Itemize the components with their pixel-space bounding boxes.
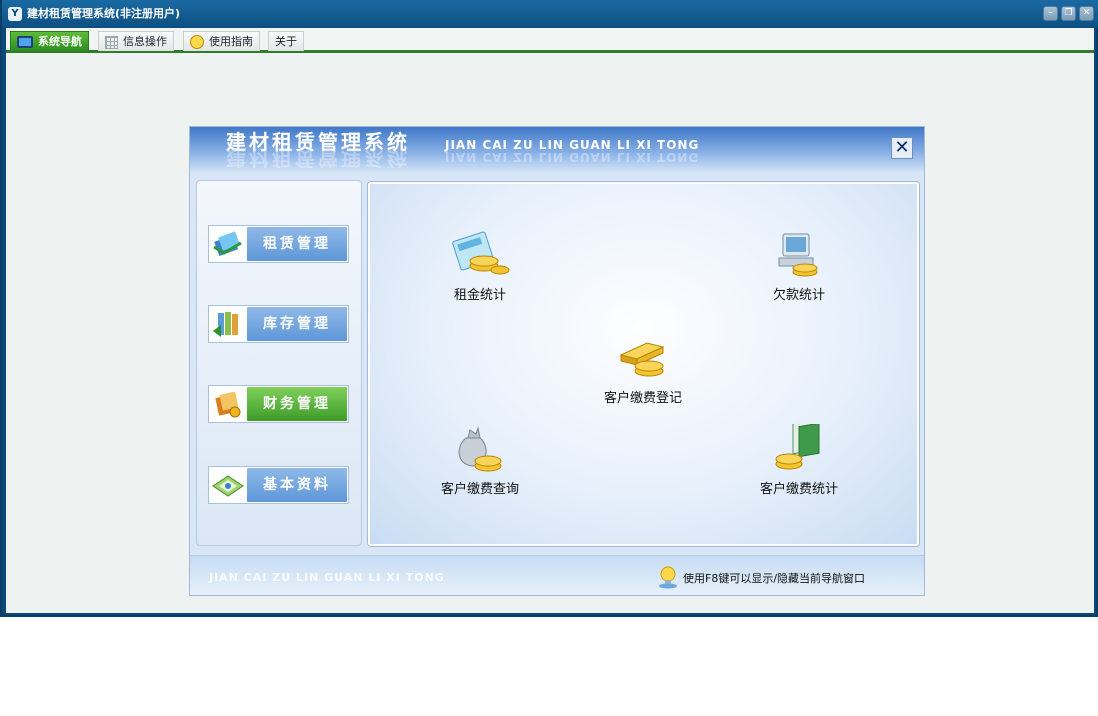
tab-about[interactable]: 关于 <box>268 31 304 51</box>
window-title: 建材租赁管理系统(非注册用户) <box>27 7 181 20</box>
title-bar[interactable]: Y 建材租赁管理系统(非注册用户) – ❐ ✕ <box>2 0 1098 28</box>
banknotes-coins-icon <box>775 424 820 470</box>
navigation-panel: 建材租赁管理系统 建材租赁管理系统 JIAN CAI ZU LIN GUAN L… <box>189 126 925 596</box>
finance-icon <box>215 391 241 418</box>
payment-statistics-item[interactable]: 客户缴费统计 <box>734 424 844 504</box>
arrears-statistics-item[interactable]: 欠款统计 <box>734 230 844 310</box>
sidebar-item-label: 租赁管理 <box>247 227 347 261</box>
nav-footer: JIAN CAI ZU LIN GUAN LI XI TONG 使用F8键可以显… <box>190 555 924 595</box>
smiley-icon <box>190 35 204 49</box>
lease-management-button[interactable]: 租赁管理 <box>208 225 349 263</box>
tab-system-navigation[interactable]: 系统导航 <box>10 31 89 51</box>
basic-info-button[interactable]: 基本资料 <box>208 466 349 504</box>
restore-button[interactable]: ❐ <box>1061 6 1076 21</box>
nav-title-cn-reflection: 建材租赁管理系统 <box>226 146 410 170</box>
lightbulb-icon <box>659 566 677 589</box>
sidebar-item-label: 财务管理 <box>247 387 347 421</box>
close-window-button[interactable]: ✕ <box>1079 6 1094 21</box>
menu-tab-strip: 系统导航 信息操作 使用指南 关于 <box>6 28 1094 53</box>
payment-registration-item[interactable]: 客户缴费登记 <box>578 333 688 413</box>
tab-label: 关于 <box>275 35 297 48</box>
tab-user-guide[interactable]: 使用指南 <box>183 31 260 51</box>
minimize-button[interactable]: – <box>1043 6 1058 21</box>
inventory-icon <box>213 312 238 337</box>
feature-label: 客户缴费统计 <box>759 482 838 497</box>
finance-management-button[interactable]: 财务管理 <box>208 385 349 423</box>
footer-english-title: JIAN CAI ZU LIN GUAN LI XI TONG <box>209 571 445 584</box>
feature-label: 客户缴费查询 <box>440 482 519 497</box>
gold-bars-icon <box>619 342 665 377</box>
nav-title-en-reflection: JIAN CAI ZU LIN GUAN LI XI TONG <box>445 150 700 164</box>
sidebar-item-label: 基本资料 <box>247 468 347 502</box>
rent-statistics-item[interactable]: 租金统计 <box>415 230 525 310</box>
basic-info-icon <box>212 475 244 497</box>
money-bag-icon <box>458 426 502 472</box>
tab-label: 系统导航 <box>38 35 82 48</box>
footer-tip-text: 使用F8键可以显示/隐藏当前导航窗口 <box>683 572 866 585</box>
feature-area: 租金统计 欠款统计 客户缴费登记 客户缴费查询 客户缴费统计 <box>368 182 919 546</box>
close-nav-button[interactable]: ✕ <box>891 137 913 159</box>
inventory-management-button[interactable]: 库存管理 <box>208 305 349 343</box>
feature-label: 租金统计 <box>453 288 506 303</box>
sidebar-item-label: 库存管理 <box>247 307 347 341</box>
tab-label: 信息操作 <box>123 35 167 48</box>
computer-coins-icon <box>778 233 818 277</box>
tab-info-operations[interactable]: 信息操作 <box>98 31 174 51</box>
feature-label: 客户缴费登记 <box>603 391 682 406</box>
calculator-coins-icon <box>452 231 510 275</box>
payment-query-item[interactable]: 客户缴费查询 <box>415 424 525 504</box>
feature-label: 欠款统计 <box>772 288 825 303</box>
monitor-icon <box>17 36 33 48</box>
lease-icon <box>213 231 242 256</box>
app-logo-icon: Y <box>8 7 22 21</box>
grid-icon <box>105 35 118 49</box>
module-sidebar: 租赁管理 库存管理 财务管理 基本资料 <box>196 180 362 546</box>
nav-header: 建材租赁管理系统 建材租赁管理系统 JIAN CAI ZU LIN GUAN L… <box>190 127 924 173</box>
tab-label: 使用指南 <box>209 35 253 48</box>
